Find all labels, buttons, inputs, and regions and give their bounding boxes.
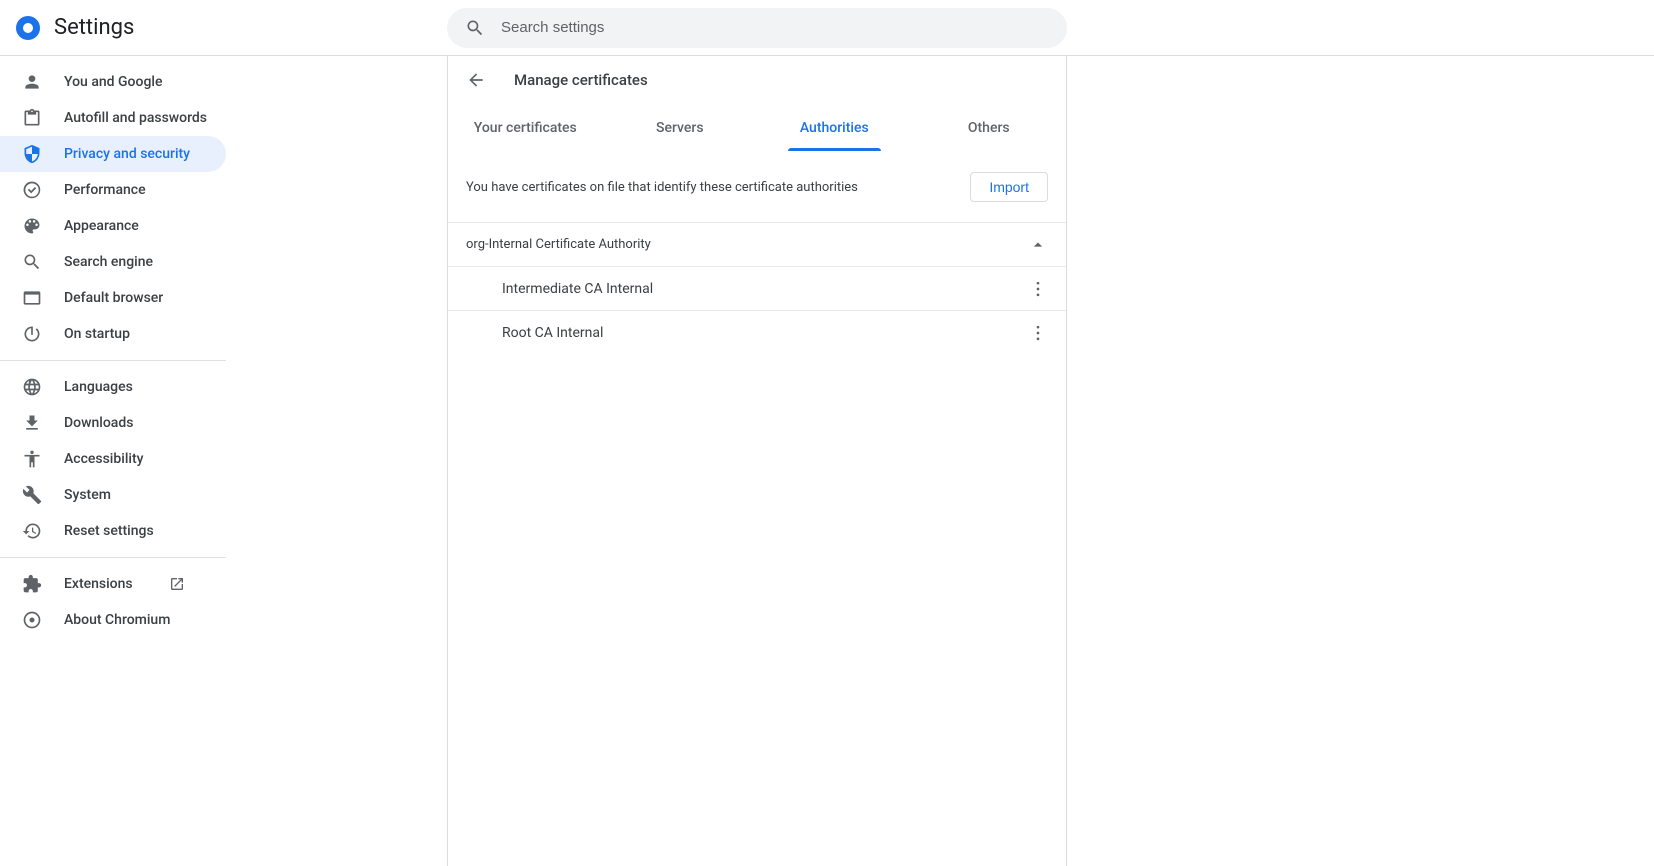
tab-label: Your certificates <box>474 120 577 136</box>
sidebar-item-privacy-security[interactable]: Privacy and security <box>0 136 226 172</box>
sidebar-item-label: Default browser <box>64 290 163 306</box>
power-icon <box>22 324 42 344</box>
tab-authorities[interactable]: Authorities <box>757 104 912 151</box>
tab-label: Servers <box>656 120 704 136</box>
certificate-org-row[interactable]: org-Internal Certificate Authority <box>448 223 1066 267</box>
speedometer-icon <box>22 180 42 200</box>
wrench-icon <box>22 485 42 505</box>
chromium-logo-icon <box>16 16 40 40</box>
nav-divider <box>0 360 226 361</box>
sidebar-item-label: Performance <box>64 182 146 198</box>
sidebar-item-label: Languages <box>64 379 133 395</box>
sidebar: You and Google Autofill and passwords Pr… <box>0 56 256 866</box>
search-bar[interactable] <box>447 8 1067 48</box>
sidebar-item-label: Accessibility <box>64 451 143 467</box>
sidebar-item-downloads[interactable]: Downloads <box>0 405 226 441</box>
more-options-button[interactable] <box>1028 279 1048 299</box>
sidebar-item-default-browser[interactable]: Default browser <box>0 280 226 316</box>
sidebar-item-accessibility[interactable]: Accessibility <box>0 441 226 477</box>
tab-your-certificates[interactable]: Your certificates <box>448 104 603 151</box>
search-icon <box>465 18 485 38</box>
sidebar-item-about-chromium[interactable]: About Chromium <box>0 602 226 638</box>
import-button[interactable]: Import <box>970 172 1048 202</box>
clipboard-icon <box>22 108 42 128</box>
globe-icon <box>22 377 42 397</box>
window-icon <box>22 288 42 308</box>
certificate-row: Root CA Internal <box>448 311 1066 355</box>
sidebar-item-label: On startup <box>64 326 130 342</box>
restore-icon <box>22 521 42 541</box>
app-title: Settings <box>54 15 134 40</box>
download-icon <box>22 413 42 433</box>
sidebar-item-languages[interactable]: Languages <box>0 369 226 405</box>
certificate-name: Root CA Internal <box>502 325 603 341</box>
shield-icon <box>22 144 42 164</box>
org-name: org-Internal Certificate Authority <box>466 237 651 252</box>
page-header: Manage certificates <box>448 56 1066 104</box>
sidebar-item-appearance[interactable]: Appearance <box>0 208 226 244</box>
palette-icon <box>22 216 42 236</box>
more-options-button[interactable] <box>1028 323 1048 343</box>
sidebar-item-label: Search engine <box>64 254 153 270</box>
certificate-name: Intermediate CA Internal <box>502 281 653 297</box>
sidebar-item-label: Downloads <box>64 415 133 431</box>
sidebar-item-label: Reset settings <box>64 523 154 539</box>
sidebar-item-label: About Chromium <box>64 612 170 628</box>
sidebar-item-performance[interactable]: Performance <box>0 172 226 208</box>
sidebar-item-extensions[interactable]: Extensions <box>0 566 226 602</box>
sidebar-item-label: Privacy and security <box>64 146 190 162</box>
sidebar-item-label: System <box>64 487 111 503</box>
tab-others[interactable]: Others <box>912 104 1067 151</box>
search-icon <box>22 252 42 272</box>
open-in-new-icon <box>169 576 185 592</box>
tab-label: Authorities <box>800 120 869 136</box>
person-icon <box>22 72 42 92</box>
content-frame: Manage certificates Your certificates Se… <box>447 56 1067 866</box>
chevron-up-icon <box>1028 235 1048 255</box>
sidebar-item-label: Autofill and passwords <box>64 110 207 126</box>
back-button[interactable] <box>466 70 486 90</box>
certificate-list: Intermediate CA Internal Root CA Interna… <box>448 267 1066 355</box>
sidebar-item-label: Appearance <box>64 218 139 234</box>
topbar: Settings <box>0 0 1654 56</box>
sidebar-item-autofill[interactable]: Autofill and passwords <box>0 100 226 136</box>
tab-label: Others <box>968 120 1010 136</box>
sidebar-item-on-startup[interactable]: On startup <box>0 316 226 352</box>
sidebar-item-search-engine[interactable]: Search engine <box>0 244 226 280</box>
sidebar-item-label: Extensions <box>64 576 133 592</box>
sidebar-item-you-and-google[interactable]: You and Google <box>0 64 226 100</box>
sidebar-item-label: You and Google <box>64 74 162 90</box>
accessibility-icon <box>22 449 42 469</box>
nav-divider <box>0 557 226 558</box>
description-row: You have certificates on file that ident… <box>448 152 1066 223</box>
chromium-icon <box>22 610 42 630</box>
certificate-row: Intermediate CA Internal <box>448 267 1066 311</box>
description-text: You have certificates on file that ident… <box>466 180 858 195</box>
sidebar-item-reset-settings[interactable]: Reset settings <box>0 513 226 549</box>
page-title: Manage certificates <box>514 71 648 89</box>
tabs: Your certificates Servers Authorities Ot… <box>448 104 1066 152</box>
tab-servers[interactable]: Servers <box>603 104 758 151</box>
sidebar-item-system[interactable]: System <box>0 477 226 513</box>
extension-icon <box>22 574 42 594</box>
topbar-left: Settings <box>0 15 134 40</box>
search-input[interactable] <box>501 19 1049 36</box>
